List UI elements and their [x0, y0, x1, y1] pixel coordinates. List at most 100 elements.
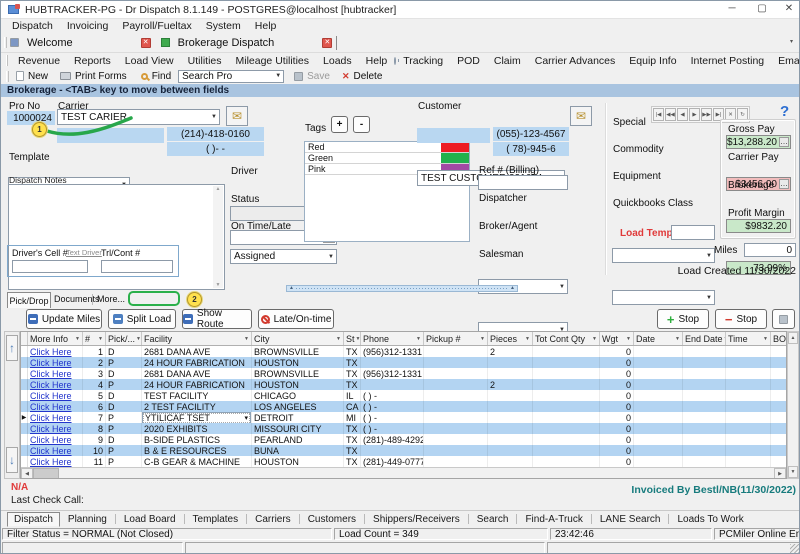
menu-equip-info[interactable]: Equip Info	[622, 55, 683, 67]
column-header-pieces[interactable]: Pieces▼	[488, 332, 533, 345]
menu-carrier-advances[interactable]: Carrier Advances	[528, 55, 623, 67]
menu-system[interactable]: System	[199, 20, 248, 32]
tab-pick-drop[interactable]: Pick/Drop	[7, 292, 51, 308]
stop-row-7[interactable]: ▶Click Here7PYTILICAF TSET▾DETROITMI( ) …	[21, 412, 786, 423]
menu-loads[interactable]: Loads	[316, 55, 359, 67]
scroll-right-icon[interactable]: ▶	[774, 468, 786, 479]
more-info-link[interactable]: Click Here	[30, 446, 72, 456]
bottom-tab-dispatch[interactable]: Dispatch	[7, 512, 60, 527]
text-driver-link[interactable]: Text Driver	[66, 248, 102, 257]
pro-no-field[interactable]: 1000024	[7, 111, 55, 125]
more-info-link[interactable]: Click Here	[30, 435, 72, 445]
column-header-city[interactable]: City▼	[252, 332, 344, 345]
tag-row-green[interactable]: Green	[305, 153, 469, 164]
add-stop-button[interactable]: +Stop	[657, 309, 709, 329]
tab-more[interactable]: More...	[97, 294, 125, 304]
more-info-link[interactable]: Click Here	[30, 402, 72, 412]
scroll-up-icon[interactable]: ▲	[216, 186, 221, 192]
menu-invoicing[interactable]: Invoicing	[60, 20, 115, 32]
column-header-pickup[interactable]: Pickup #▼	[424, 332, 488, 345]
bottom-tab-load-board[interactable]: Load Board	[119, 513, 181, 526]
column-header-date[interactable]: Date▼	[634, 332, 683, 345]
column-header-tot-cont-qty[interactable]: Tot Cont Qty▼	[533, 332, 600, 345]
miles-input[interactable]: 0	[744, 243, 796, 257]
more-info-link[interactable]: Click Here	[30, 457, 72, 467]
ref-billing-input[interactable]	[478, 175, 568, 190]
close-welcome-tab-icon[interactable]: ✕	[141, 38, 151, 48]
tag-row-red[interactable]: Red	[305, 142, 469, 153]
column-header-more-info[interactable]: More Info▼	[28, 332, 83, 345]
menu-claim[interactable]: Claim	[487, 55, 528, 67]
stop-row-11[interactable]: Click Here11PC-B GEAR & MACHINEHOUSTONTX…	[21, 456, 786, 467]
column-header-pick[interactable]: Pick/...▼	[106, 332, 142, 345]
customer-extra-field[interactable]	[417, 128, 490, 143]
column-header-wgt[interactable]: Wgt▼	[600, 332, 634, 345]
more-info-link[interactable]: Click Here	[30, 347, 72, 357]
carrier-phone1-field[interactable]: (214)-418-0160	[167, 127, 264, 141]
save-button[interactable]: Save	[307, 71, 330, 82]
more-info-link[interactable]: Click Here	[30, 391, 72, 401]
record-nav-next-button[interactable]: ▶	[689, 108, 700, 121]
close-button[interactable]: ✕	[777, 1, 800, 18]
menu-email-carriers[interactable]: Email Carriers	[771, 55, 800, 67]
show-route-button[interactable]: Show Route	[182, 309, 252, 329]
menu-help[interactable]: Help	[248, 20, 284, 32]
customer-phone1-field[interactable]: (055)-123-4567	[493, 127, 569, 141]
resize-grip[interactable]	[790, 544, 799, 553]
bottom-tab-lane-search[interactable]: LANE Search	[595, 513, 666, 526]
stop-row-4[interactable]: Click Here4P24 HOUR FABRICATIONHOUSTONTX…	[21, 379, 786, 390]
grid-vscrollbar[interactable]: ▲ ▼	[787, 331, 799, 479]
column-header-st[interactable]: St▼	[344, 332, 361, 345]
column-header-end-date[interactable]: End Date▼	[683, 332, 726, 345]
menu-load-view[interactable]: Load View	[118, 55, 181, 67]
splitter-bar[interactable]: ▲ ▲	[286, 285, 518, 292]
drivers-cell-input[interactable]	[12, 260, 88, 273]
stop-row-2[interactable]: Click Here2P24 HOUR FABRICATIONHOUSTONTX…	[21, 357, 786, 368]
bottom-tab-shippers-receivers[interactable]: Shippers/Receivers	[368, 513, 465, 526]
gross-pay-ellipsis-button[interactable]: …	[779, 137, 789, 147]
menu-tracking[interactable]: Tracking	[396, 55, 450, 67]
delete-button[interactable]: Delete	[353, 71, 382, 82]
column-header-time[interactable]: Time▼	[726, 332, 771, 345]
customer-phone2-field[interactable]: ( 78)-945-6	[493, 142, 569, 156]
menu-dispatch[interactable]: Dispatch	[5, 20, 60, 32]
stop-row-3[interactable]: Click Here3D2681 DANA AVEBROWNSVILLETX(9…	[21, 368, 786, 379]
tab-welcome[interactable]: Welcome	[27, 37, 73, 49]
close-brokerage-tab-icon[interactable]: ✕	[322, 38, 332, 48]
search-pro-combobox[interactable]: Search Pro▼	[178, 70, 284, 83]
scroll-down-icon[interactable]: ▼	[216, 282, 221, 288]
maximize-button[interactable]: ▢	[749, 1, 775, 18]
add-tag-button[interactable]: +	[331, 116, 348, 133]
stop-row-1[interactable]: Click Here1D2681 DANA AVEBROWNSVILLETX(9…	[21, 346, 786, 357]
bottom-tab-customers[interactable]: Customers	[303, 513, 361, 526]
carrier-combobox[interactable]: TEST CARIER▼	[57, 109, 220, 125]
bottom-tab-planning[interactable]: Planning	[63, 513, 112, 526]
stop-row-6[interactable]: Click Here6D2 TEST FACILITYLOS ANGELESCA…	[21, 401, 786, 412]
stop-row-8[interactable]: Click Here8P2020 EXHIBITSMISSOURI CITYTX…	[21, 423, 786, 434]
menu-mileage-utilities[interactable]: Mileage Utilities	[229, 55, 317, 67]
stop-row-10[interactable]: Click Here10PB & E RESOURCESBUNATX0	[21, 445, 786, 456]
tabbar-overflow-icon[interactable]: ▾	[790, 38, 793, 45]
more-info-link[interactable]: Click Here	[30, 424, 72, 434]
menu-internet-posting[interactable]: Internet Posting	[684, 55, 772, 67]
column-header-[interactable]: #▼	[83, 332, 106, 345]
carrier-pay-ellipsis-button[interactable]: …	[779, 179, 789, 189]
column-header-facility[interactable]: Facility▼	[142, 332, 252, 345]
menu-pod[interactable]: POD	[450, 55, 487, 67]
grid-hscrollbar[interactable]: ◀ ▶	[21, 467, 786, 479]
scroll-down-icon[interactable]: ▼	[788, 466, 798, 478]
menu-help[interactable]: Help	[359, 55, 395, 67]
move-row-down-button[interactable]: ↓	[6, 447, 18, 473]
minimize-button[interactable]: ─	[719, 1, 745, 18]
late-ontime-button[interactable]: Late/On-time	[258, 309, 334, 329]
bottom-tab-templates[interactable]: Templates	[188, 513, 244, 526]
hscroll-thumb[interactable]	[33, 468, 59, 479]
trl-cont-input[interactable]	[101, 260, 173, 273]
bottom-tab-loads-to-work[interactable]: Loads To Work	[672, 513, 748, 526]
remove-tag-button[interactable]: -	[353, 116, 370, 133]
record-nav-prior-page-button[interactable]: ◀◀	[665, 108, 676, 121]
special-combobox[interactable]: ▼	[612, 248, 715, 263]
stop-row-5[interactable]: Click Here5DTEST FACILITYCHICAGOIL( ) -0	[21, 390, 786, 401]
scroll-left-icon[interactable]: ◀	[21, 468, 33, 479]
new-button[interactable]: New	[28, 71, 48, 82]
